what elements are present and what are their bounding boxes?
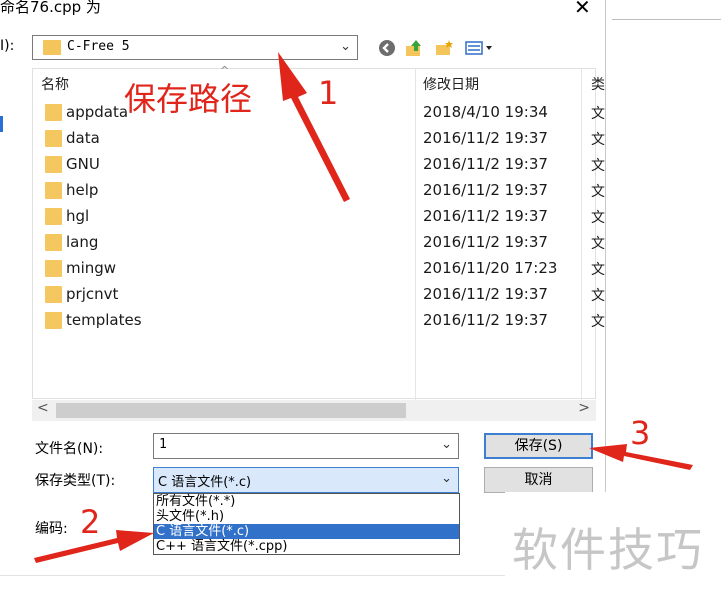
annotation-arrow-3 [589, 444, 693, 470]
annotation-arrow-2 [34, 530, 154, 563]
annotation-arrow-1 [278, 52, 350, 202]
annotation-arrows [34, 52, 693, 563]
